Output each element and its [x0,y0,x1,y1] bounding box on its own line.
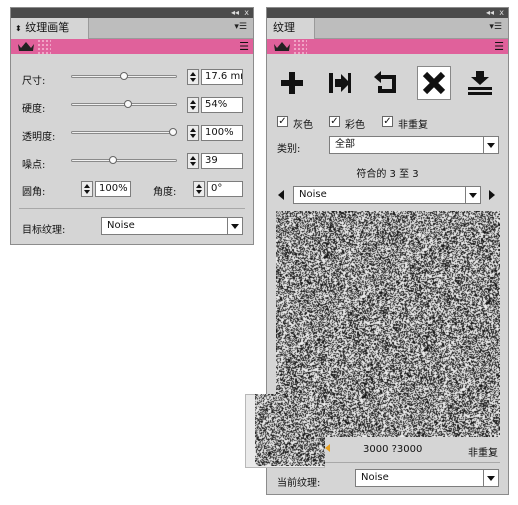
reset-icon[interactable] [372,68,402,98]
opacity-field[interactable]: 100% [201,125,243,141]
panel-menu-icon[interactable]: ▾☰ [489,22,502,32]
noise-stepper[interactable] [187,153,199,169]
chevron-down-icon[interactable] [483,470,498,486]
target-texture-label: 目标纹理: [22,225,66,236]
tab-texture[interactable]: 纹理 [267,18,315,39]
tab-label: 纹理 [273,21,295,34]
noise-slider-thumb[interactable] [109,156,118,164]
next-texture-icon[interactable] [489,190,495,200]
opacity-slider-thumb[interactable] [169,128,177,136]
size-slider-thumb[interactable] [120,72,128,80]
dot-pattern [293,39,307,54]
panel-titlebar[interactable]: ◂◂ x [267,8,508,18]
angle-field[interactable]: 0° [207,181,243,197]
target-texture-select[interactable]: Noise [101,217,243,235]
chevron-down-icon[interactable] [483,137,498,153]
close-icon[interactable]: x [499,8,504,18]
previous-texture-icon[interactable] [278,190,284,200]
divider [19,208,245,209]
tab-arrows-icon: ⬍ [15,24,22,33]
non-repeat-checkbox[interactable]: ✓ [382,116,393,127]
export-icon[interactable] [325,68,355,98]
roundness-label: 圆角: [22,187,46,198]
options-menu-icon[interactable]: ☰ [494,40,504,53]
hardness-stepper[interactable] [187,97,199,113]
roundness-field[interactable]: 100% [95,181,131,197]
category-select[interactable]: 全部 [329,136,499,154]
color-label: 彩色 [345,120,365,131]
color-checkbox[interactable]: ✓ [329,116,340,127]
noise-label: 噪点: [22,160,46,171]
tab-row: 纹理 ▾☰ [267,18,508,39]
collapse-icon[interactable]: ◂◂ [486,8,494,18]
delete-icon [422,71,446,95]
tab-row: ⬍ 纹理画笔 ▾☰ [11,18,253,39]
noise-field[interactable]: 39 [201,153,243,169]
angle-label: 角度: [153,187,177,198]
hardness-field[interactable]: 54% [201,97,243,113]
thumbnail-marker-icon [325,444,330,452]
brand-bar: ☰ [11,39,253,54]
texture-thumbnail[interactable] [255,394,325,466]
category-label: 类别: [277,144,301,155]
texture-dimensions: 3000 ?3000 [363,444,423,455]
close-icon[interactable]: x [244,8,249,18]
current-texture-label: 当前纹理: [277,478,321,489]
hardness-label: 硬度: [22,104,46,115]
dot-pattern [37,39,51,54]
gray-label: 灰色 [293,120,313,131]
size-label: 尺寸: [22,76,46,87]
angle-stepper[interactable] [193,181,205,197]
match-count: 符合的 3 至 3 [356,169,419,180]
target-texture-value: Noise [107,220,135,231]
tab-label: 纹理画笔 [25,21,70,34]
size-stepper[interactable] [187,69,199,85]
import-icon[interactable] [465,68,495,98]
collapse-icon[interactable]: ◂◂ [231,8,239,18]
texture-value: Noise [299,189,327,200]
options-menu-icon[interactable]: ☰ [239,40,249,53]
panel-titlebar[interactable]: ◂◂ x [11,8,253,18]
gray-checkbox[interactable]: ✓ [277,116,288,127]
opacity-slider[interactable] [71,131,177,134]
size-field[interactable]: 17.6 mm [201,69,243,85]
noise-slider[interactable] [71,159,177,162]
opacity-label: 透明度: [22,132,56,143]
current-texture-select[interactable]: Noise [355,469,499,487]
tab-texture-brush[interactable]: ⬍ 纹理画笔 [11,18,89,39]
crown-icon [274,42,290,51]
current-texture-value: Noise [361,472,389,483]
add-icon[interactable] [277,68,307,98]
texture-brush-panel: ◂◂ x ⬍ 纹理画笔 ▾☰ ☰ 尺寸: 17.6 mm 硬度: 54% 透明度… [10,7,254,245]
tiling-mode: 非重复 [468,448,498,459]
chevron-down-icon[interactable] [227,218,242,234]
crown-icon [18,42,34,51]
panel-menu-icon[interactable]: ▾☰ [234,22,247,32]
category-value: 全部 [335,139,355,150]
chevron-down-icon[interactable] [465,187,480,203]
opacity-stepper[interactable] [187,125,199,141]
texture-select[interactable]: Noise [293,186,481,204]
roundness-stepper[interactable] [81,181,93,197]
delete-button[interactable] [417,66,451,100]
non-repeat-label: 非重复 [398,120,428,131]
brand-bar: ☰ [267,39,508,54]
hardness-slider-thumb[interactable] [123,100,132,108]
